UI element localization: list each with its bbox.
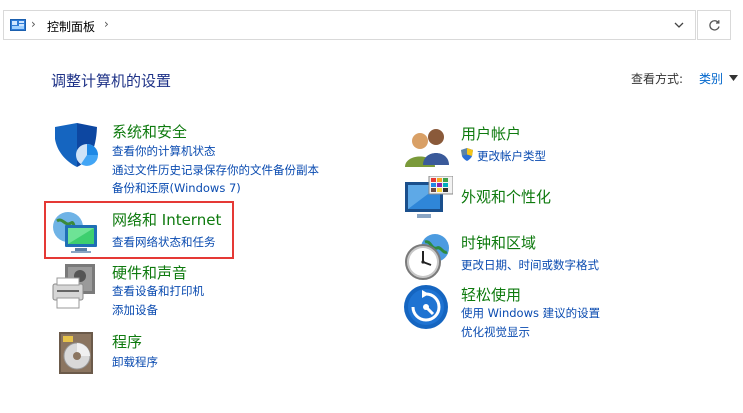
dropdown-arrow-icon[interactable] [729,75,738,81]
category-title-user-accounts[interactable]: 用户帐户 [461,123,521,144]
breadcrumb-control-panel[interactable]: 控制面板 [47,18,95,35]
category-title-network-internet[interactable]: 网络和 Internet [112,209,221,230]
link-file-history[interactable]: 通过文件历史记录保存你的文件备份副本 [112,162,319,178]
refresh-button[interactable] [697,10,731,40]
view-by-label: 查看方式: [631,72,684,86]
address-bar[interactable]: › 控制面板 › [3,10,696,40]
link-uninstall-program[interactable]: 卸载程序 [112,354,158,370]
category-title-system-security[interactable]: 系统和安全 [112,121,187,142]
page-title: 调整计算机的设置 [51,72,172,90]
link-backup-restore[interactable]: 备份和还原(Windows 7) [112,180,241,196]
view-by-dropdown[interactable]: 类别 [699,70,723,87]
link-add-device[interactable]: 添加设备 [112,302,158,318]
monitor-palette-icon[interactable] [403,176,453,226]
category-title-hardware-sound[interactable]: 硬件和声音 [112,262,187,283]
refresh-icon [709,20,720,31]
printer-speaker-icon[interactable] [51,262,101,312]
chevron-down-icon[interactable] [673,19,685,31]
breadcrumb-chevron-icon[interactable]: › [104,17,109,31]
category-title-ease-of-access[interactable]: 轻松使用 [461,284,521,305]
ease-of-access-icon[interactable] [403,284,453,334]
link-change-account-type[interactable]: 更改帐户类型 [477,148,546,164]
uac-shield-icon [461,148,473,161]
link-view-computer-status[interactable]: 查看你的计算机状态 [112,143,216,159]
control-panel-icon [10,19,26,31]
programs-disk-icon[interactable] [51,328,101,378]
category-title-appearance[interactable]: 外观和个性化 [461,186,551,207]
clock-globe-icon[interactable] [403,232,453,282]
link-view-network-status[interactable]: 查看网络状态和任务 [112,234,216,250]
category-title-programs[interactable]: 程序 [112,331,142,352]
link-devices-printers[interactable]: 查看设备和打印机 [112,283,204,299]
link-optimize-visual-display[interactable]: 优化视觉显示 [461,324,530,340]
category-title-clock-region[interactable]: 时钟和区域 [461,232,536,253]
breadcrumb-chevron-icon[interactable]: › [31,17,36,31]
users-icon[interactable] [403,123,453,173]
link-recommended-settings[interactable]: 使用 Windows 建议的设置 [461,305,600,321]
shield-icon[interactable] [51,121,101,171]
link-change-date-time-format[interactable]: 更改日期、时间或数字格式 [461,257,599,273]
network-globe-icon[interactable] [51,207,101,257]
